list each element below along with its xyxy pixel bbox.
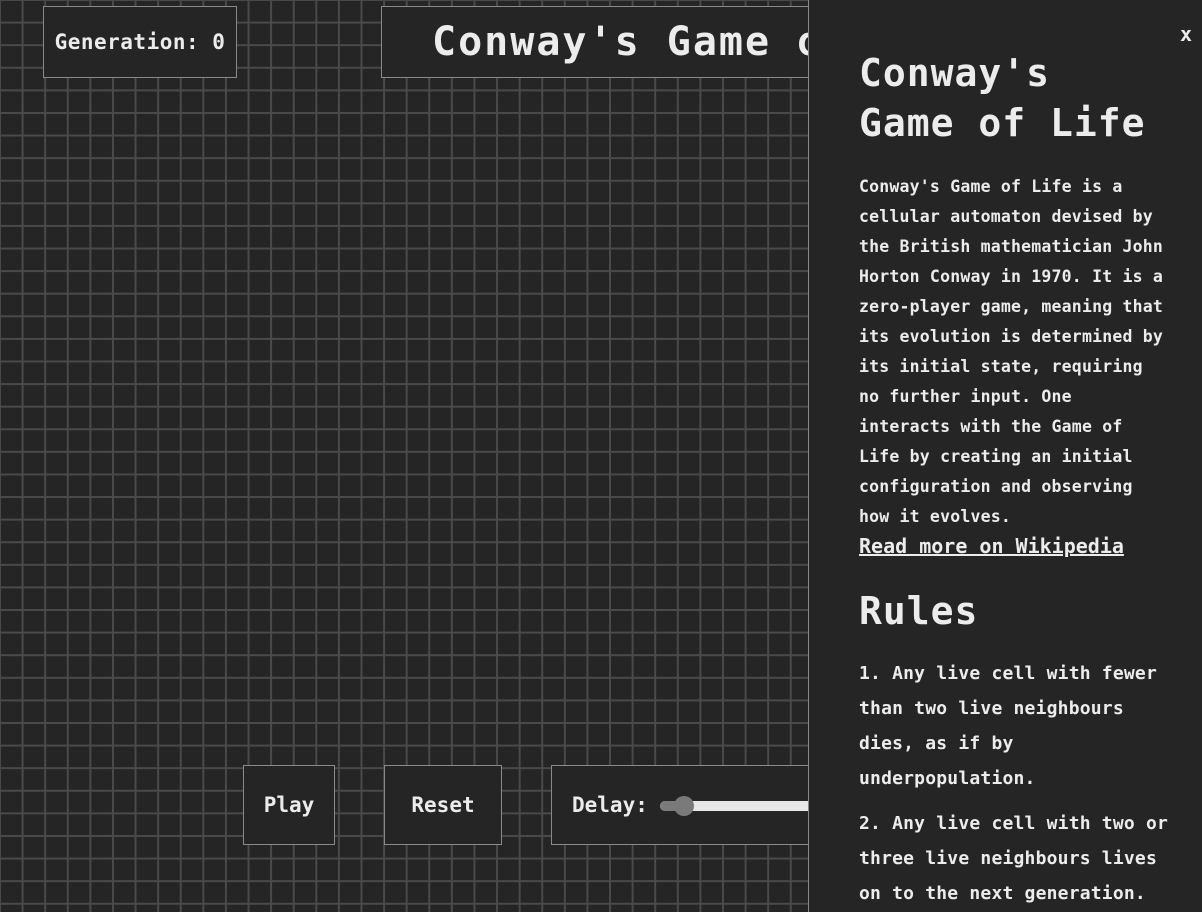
delay-control: Delay: xyxy=(551,765,821,845)
close-sidebar-button[interactable]: x xyxy=(1180,22,1192,46)
rule-item: 2. Any live cell with two or three live … xyxy=(859,813,1169,904)
game-title: Conway's Game of Life xyxy=(432,19,820,65)
delay-label: Delay: xyxy=(572,793,648,817)
rules-heading: Rules xyxy=(859,589,979,633)
game-title-banner: Conway's Game of Life xyxy=(381,6,821,78)
sidebar-title: Conway's Game of Life xyxy=(859,51,1146,145)
rule-item: 1. Any live cell with fewer than two liv… xyxy=(859,663,1157,789)
generation-label: Generation: 0 xyxy=(54,30,226,54)
reset-button[interactable]: Reset xyxy=(384,765,502,845)
generation-counter: Generation: 0 xyxy=(43,6,237,78)
play-button[interactable]: Play xyxy=(243,765,335,845)
wikipedia-link[interactable]: Read more on Wikipedia xyxy=(859,534,1169,558)
delay-slider[interactable] xyxy=(659,796,820,816)
sidebar-content: Conway's Game of Life Conway's Game of L… xyxy=(859,48,1169,911)
info-sidebar: x Conway's Game of Life Conway's Game of… xyxy=(808,0,1202,912)
delay-slider-thumb[interactable] xyxy=(673,796,694,816)
sidebar-description: Conway's Game of Life is a cellular auto… xyxy=(859,177,1164,526)
